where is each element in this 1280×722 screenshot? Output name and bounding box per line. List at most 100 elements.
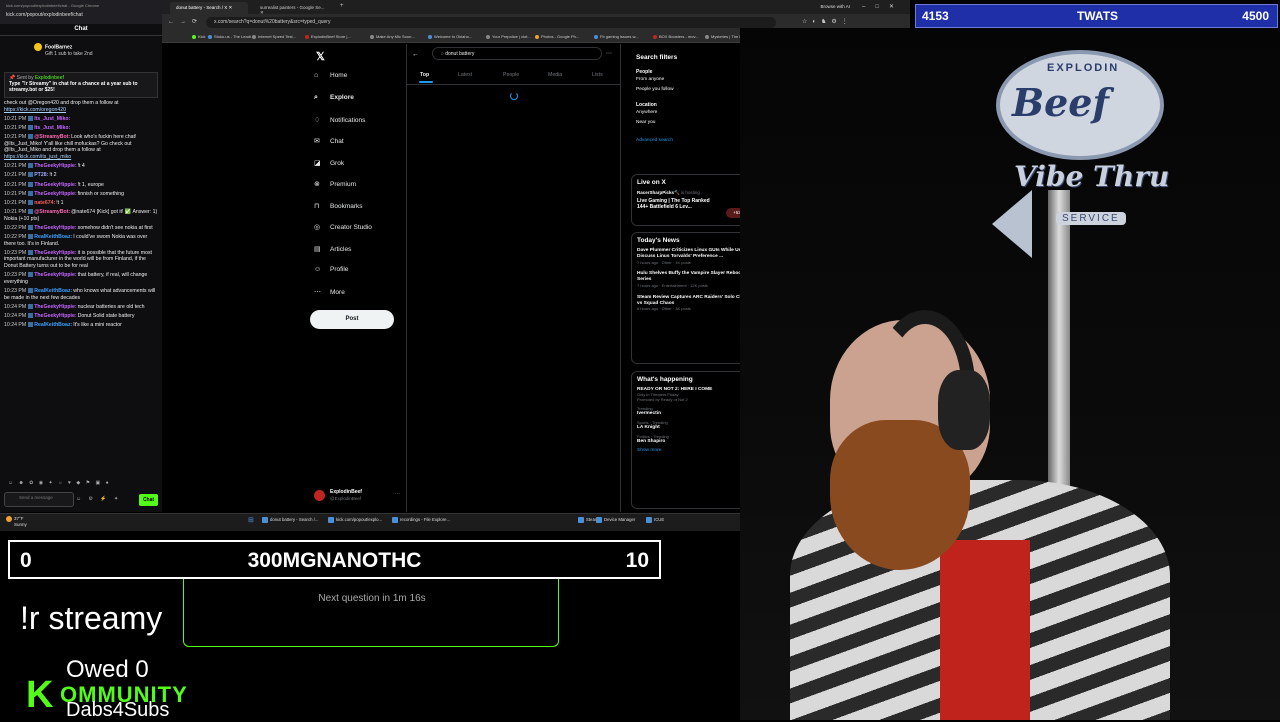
tab-latest[interactable]: Latest: [458, 72, 472, 78]
message-username[interactable]: PT28:: [34, 172, 48, 178]
nav-bookmarks[interactable]: ⊓ Bookmarks: [314, 202, 363, 210]
taskbar-app[interactable]: recordings - File Explore...: [392, 517, 450, 523]
emote-bar[interactable]: ☺ ☻ ✿ ◉ ✦ ☼ ♥ ◆ ⚑ ▣ ●: [8, 480, 158, 488]
extension-icons[interactable]: ☆◐♞⚙⋮: [802, 18, 853, 25]
chat-message[interactable]: 10:21 PM nate674:!t 1: [4, 200, 158, 207]
message-username[interactable]: Its_Just_Miko:: [34, 125, 70, 131]
message-username[interactable]: TheGeekyHippie:: [34, 182, 76, 188]
bookmark-item[interactable]: Fb gaming issues w...: [594, 34, 638, 39]
chat-message-list[interactable]: check out @Oregon420 and drop them a fol…: [4, 100, 158, 478]
nav-grok[interactable]: ◪ Grok: [314, 159, 344, 167]
filter-anywhere[interactable]: Anywhere: [636, 110, 750, 119]
browse-ai-button[interactable]: Browse with AI: [820, 4, 850, 9]
filter-from-anyone[interactable]: From anyone: [636, 77, 750, 86]
trend-item[interactable]: Politics · Trending Ben Shapiro ⋯: [637, 434, 749, 444]
chat-message[interactable]: 10:22 PM RealKeithBoaz:I could've sworn N…: [4, 234, 158, 247]
bookmark-item[interactable]: BOX Boosters - mov...: [653, 34, 699, 39]
weather-widget[interactable]: 37°F Sunny: [6, 516, 27, 527]
nav-notifications[interactable]: ♢ Notifications: [314, 116, 365, 124]
x-logo-icon[interactable]: 𝕏: [316, 50, 325, 63]
message-username[interactable]: @StreamyBot:: [34, 209, 70, 215]
news-item[interactable]: Steam Review Captures ARC Raiders' Solo …: [637, 295, 749, 312]
bookmark-item[interactable]: Welcome to Oklaho...: [428, 34, 472, 39]
message-username[interactable]: TheGeekyHippie:: [34, 250, 76, 256]
chat-tool-icons[interactable]: ☺ ⚙ ⚡ ✦: [76, 496, 136, 504]
taskbar-app[interactable]: kick.com/popout/explo...: [328, 517, 382, 523]
message-username[interactable]: RealKeithBoaz:: [34, 288, 72, 294]
chat-message[interactable]: 10:21 PM Its_Just_Miko:: [4, 125, 158, 132]
chat-message[interactable]: 10:21 PM Its_Just_Miko:: [4, 116, 158, 123]
taskbar-app[interactable]: ICUE: [646, 517, 664, 523]
bookmark-item[interactable]: Stoku.us - The Leadi...: [208, 34, 254, 39]
message-username[interactable]: TheGeekyHippie:: [34, 225, 76, 231]
message-link[interactable]: https://kick.com/oregon420: [4, 107, 158, 114]
chat-message[interactable]: 10:23 PM TheGeekyHippie:that battery, if …: [4, 272, 158, 285]
chat-message[interactable]: 10:23 PM RealKeithBoaz:who knows what adv…: [4, 288, 158, 301]
message-link[interactable]: https://kick.com/its_just_miko: [4, 154, 158, 161]
start-menu-icon[interactable]: ⊞: [248, 516, 254, 524]
tab-top[interactable]: Top: [420, 72, 429, 78]
chat-message[interactable]: 10:21 PM @StreamyBot:@nate674 [Kick] got …: [4, 209, 158, 222]
chat-message[interactable]: 10:21 PM PT28:!t 2: [4, 172, 158, 179]
message-username[interactable]: TheGeekyHippie:: [34, 191, 76, 197]
tab-google-search[interactable]: surrealist painters - Google Se... ✕: [254, 2, 334, 15]
bookmark-item[interactable]: Internet Speed Test...: [252, 34, 296, 39]
gift-user[interactable]: FoolBarnez: [45, 44, 72, 50]
taskbar-app[interactable]: donut battery - Search /...: [262, 517, 319, 523]
tab-people[interactable]: People: [503, 72, 519, 78]
pinned-message[interactable]: 📌 Sent by Explodinbeef Type "!r Streamy"…: [4, 72, 158, 98]
nav-chat[interactable]: ✉ Chat: [314, 137, 344, 145]
chat-message[interactable]: 10:23 PM TheGeekyHippie:it is possible th…: [4, 250, 158, 270]
new-tab-icon[interactable]: +: [340, 3, 344, 9]
message-username[interactable]: TheGeekyHippie:: [34, 272, 76, 278]
trend-item[interactable]: READY OR NOT 2: HERE I COME Only in Thea…: [637, 387, 749, 402]
tab-x-search[interactable]: donut battery - Search / X ✕: [170, 2, 248, 14]
chat-message[interactable]: 10:21 PM TheGeekyHippie:!t 4: [4, 163, 158, 170]
chat-message[interactable]: 10:21 PM TheGeekyHippie:!t 1, europe: [4, 182, 158, 189]
nav-articles[interactable]: ▤ Articles: [314, 245, 351, 253]
tab-lists[interactable]: Lists: [592, 72, 603, 78]
nav-creator-studio[interactable]: ◎ Creator Studio: [314, 223, 372, 231]
back-arrow-icon[interactable]: ←: [412, 51, 419, 58]
bookmark-item[interactable]: Make Any Mic Soun...: [370, 34, 415, 39]
trend-item[interactable]: Trending Ivermectin ⋯: [637, 406, 749, 416]
chat-message[interactable]: 10:24 PM TheGeekyHippie:nuclear batteries…: [4, 304, 158, 311]
nav-home[interactable]: ⌂ Home: [314, 72, 347, 79]
trend-item[interactable]: Sports · Trending LA Knight ⋯: [637, 420, 749, 430]
nav-profile[interactable]: ☺ Profile: [314, 266, 348, 273]
message-username[interactable]: TheGeekyHippie:: [34, 304, 76, 310]
filter-people-you-follow[interactable]: People you follow: [636, 87, 750, 96]
message-username[interactable]: RealKeithBoaz:: [34, 322, 72, 328]
news-item[interactable]: Hulu Shelves Buffy the Vampire Slayer Re…: [637, 271, 749, 288]
search-input[interactable]: ⌕ donut battery: [432, 47, 602, 60]
message-username[interactable]: @StreamyBot:: [34, 134, 70, 140]
nav-more[interactable]: ⋯ More: [314, 288, 345, 296]
nav-premium[interactable]: ⊗ Premium: [314, 180, 356, 188]
news-item[interactable]: Dave Plummer Criticizes Linux GUIs While…: [637, 248, 749, 265]
show-more-link[interactable]: Show more: [637, 448, 749, 453]
chat-url[interactable]: kick.com/popout/explodinbeef/chat: [6, 12, 156, 18]
chat-message[interactable]: check out @Oregon420 and drop them a fol…: [4, 100, 158, 113]
message-username[interactable]: Its_Just_Miko:: [34, 116, 70, 122]
live-stream-title[interactable]: Live Gaming | The Top Ranked 144+ Battle…: [637, 198, 722, 210]
message-username[interactable]: nate674:: [34, 200, 55, 206]
chat-message[interactable]: 10:24 PM RealKeithBoaz:It's like a mini r…: [4, 322, 158, 329]
filter-near-you[interactable]: Near you: [636, 120, 750, 129]
bookmark-item[interactable]: ExplodinBeef Store |...: [305, 34, 351, 39]
window-controls[interactable]: –□✕: [862, 3, 904, 10]
advanced-search-link[interactable]: Advanced search: [636, 138, 750, 143]
message-username[interactable]: TheGeekyHippie:: [34, 313, 76, 319]
message-username[interactable]: RealKeithBoaz:: [34, 234, 72, 240]
live-host-row[interactable]: RacerSharpPicks🔨 is hosting: [637, 190, 749, 196]
chat-message[interactable]: 10:21 PM @StreamyBot:Look who's fuckin he…: [4, 134, 158, 160]
message-username[interactable]: TheGeekyHippie:: [34, 163, 76, 169]
nav-buttons[interactable]: ←→⟳: [168, 18, 203, 25]
taskbar-app[interactable]: Device Manager: [596, 517, 635, 523]
nav-explore[interactable]: ⌕ Explore: [314, 94, 354, 102]
chat-message[interactable]: 10:24 PM TheGeekyHippie:Donut Solid state…: [4, 313, 158, 320]
bookmark-item[interactable]: Your Prepolice | clot...: [486, 34, 531, 39]
chat-message[interactable]: 10:21 PM TheGeekyHippie:finnish or someth…: [4, 191, 158, 198]
chat-send-button[interactable]: Chat: [139, 494, 158, 506]
chat-input[interactable]: Send a message: [4, 492, 74, 507]
tab-media[interactable]: Media: [548, 72, 562, 78]
